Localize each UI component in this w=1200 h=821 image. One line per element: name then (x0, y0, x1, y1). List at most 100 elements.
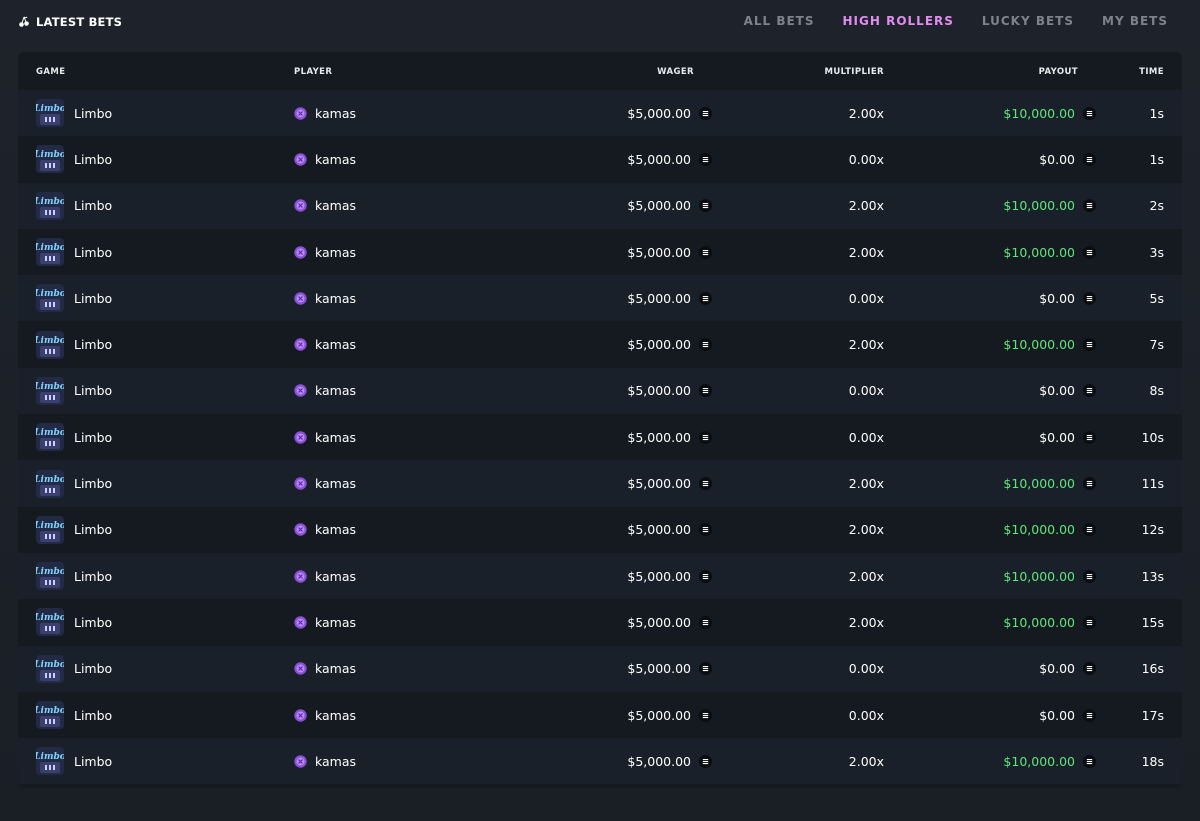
player-cell[interactable]: kamas (294, 321, 356, 367)
tab-all-bets[interactable]: ALL BETS (744, 14, 815, 28)
svg-text:Limbo: Limbo (36, 336, 64, 346)
coin-icon (1083, 662, 1096, 676)
time-ago: 17s (1141, 707, 1164, 723)
vip-badge-icon (294, 338, 307, 351)
table-row[interactable]: Limbo Limbo kamas $5,000.00 2.00x (18, 90, 1182, 137)
game-name: Limbo (74, 568, 113, 584)
coin-icon (1083, 523, 1096, 537)
tab-my-bets[interactable]: MY BETS (1102, 14, 1168, 28)
table-row[interactable]: Limbo Limbo kamas $5,000.00 2.00x (18, 599, 1182, 645)
vip-badge-icon (294, 245, 307, 259)
coin-icon (699, 152, 712, 166)
player-cell[interactable]: kamas (294, 90, 356, 136)
player-name: kamas (315, 568, 357, 584)
vip-badge-icon (294, 431, 307, 444)
player-cell[interactable]: kamas (294, 507, 356, 553)
game-cell[interactable]: Limbo Limbo (36, 692, 112, 738)
table-row[interactable]: Limbo Limbo kamas $5,000.00 0.00x (18, 275, 1182, 322)
payout-amount: $0.00 (1039, 290, 1075, 306)
player-cell[interactable]: kamas (294, 229, 356, 275)
limbo-game-icon: Limbo (36, 654, 64, 683)
table-row[interactable]: Limbo Limbo kamas $5,000.00 2.00x (18, 321, 1182, 367)
game-name: Limbo (74, 290, 113, 306)
game-cell[interactable]: Limbo Limbo (36, 90, 112, 136)
player-cell[interactable]: kamas (294, 414, 356, 460)
game-name: Limbo (74, 753, 113, 769)
vip-badge-icon (294, 523, 307, 537)
time-cell: 1s (1150, 136, 1164, 182)
game-cell[interactable]: Limbo Limbo (36, 136, 112, 182)
game-cell[interactable]: Limbo Limbo (36, 414, 112, 460)
time-ago: 2s (1149, 198, 1164, 214)
tab-lucky-bets[interactable]: LUCKY BETS (982, 14, 1074, 28)
player-cell[interactable]: kamas (294, 646, 356, 692)
table-row[interactable]: Limbo Limbo kamas $5,000.00 2.00x (18, 182, 1182, 229)
game-cell[interactable]: Limbo Limbo (36, 183, 112, 229)
multiplier-value: 0.00x (848, 661, 884, 677)
multiplier-cell: 2.00x (849, 229, 884, 275)
time-ago: 13s (1141, 568, 1164, 584)
player-cell[interactable]: kamas (294, 599, 356, 645)
vip-badge-icon (294, 106, 307, 120)
wager-amount: $5,000.00 (627, 753, 691, 769)
player-cell[interactable]: kamas (294, 368, 356, 414)
game-cell[interactable]: Limbo Limbo (36, 646, 112, 692)
coin-icon (699, 245, 712, 259)
game-cell[interactable]: Limbo Limbo (36, 321, 112, 367)
vip-badge-icon (294, 616, 307, 629)
player-cell[interactable]: kamas (294, 136, 356, 182)
table-row[interactable]: Limbo Limbo kamas $5,000.00 2.00x (18, 552, 1182, 600)
payout-cell: $10,000.00 (1003, 599, 1096, 645)
table-row[interactable]: Limbo Limbo kamas $5,000.00 0.00x (18, 367, 1182, 415)
game-cell[interactable]: Limbo Limbo (36, 553, 112, 599)
time-cell: 15s (1142, 599, 1164, 645)
coin-icon (1083, 199, 1096, 213)
player-cell[interactable]: kamas (294, 460, 356, 506)
player-cell[interactable]: kamas (294, 183, 356, 229)
table-row[interactable]: Limbo Limbo kamas $5,000.00 2.00x (18, 738, 1182, 785)
payout-cell: $0.00 (1039, 692, 1096, 738)
payout-amount: $0.00 (1039, 383, 1075, 399)
limbo-game-icon: Limbo (36, 562, 64, 591)
game-cell[interactable]: Limbo Limbo (36, 507, 112, 553)
time-cell: 12s (1142, 507, 1164, 553)
wager-cell: $5,000.00 (627, 321, 712, 367)
table-row[interactable]: Limbo Limbo kamas $5,000.00 2.00x (18, 460, 1182, 507)
table-row[interactable]: Limbo Limbo kamas $5,000.00 0.00x (18, 414, 1182, 460)
time-ago: 8s (1149, 383, 1164, 399)
coin-icon (1083, 384, 1096, 398)
svg-text:Limbo: Limbo (36, 150, 64, 160)
payout-cell: $0.00 (1039, 275, 1096, 321)
vip-badge-icon (294, 199, 307, 212)
tab-high-rollers[interactable]: HIGH ROLLERS (843, 14, 954, 28)
player-cell[interactable]: kamas (294, 738, 356, 784)
game-cell[interactable]: Limbo Limbo (36, 460, 112, 506)
table-row[interactable]: Limbo Limbo kamas $5,000.00 0.00x (18, 692, 1182, 738)
table-row[interactable]: Limbo Limbo kamas $5,000.00 0.00x (18, 136, 1182, 182)
game-cell[interactable]: Limbo Limbo (36, 368, 112, 414)
coin-icon (1083, 106, 1096, 120)
time-ago: 18s (1141, 753, 1164, 769)
player-name: kamas (315, 337, 357, 353)
game-name: Limbo (74, 522, 113, 538)
time-cell: 7s (1150, 321, 1164, 367)
wager-cell: $5,000.00 (627, 414, 712, 460)
limbo-game-icon: Limbo (36, 99, 64, 128)
player-cell[interactable]: kamas (294, 275, 356, 321)
game-cell[interactable]: Limbo Limbo (36, 275, 112, 321)
game-name: Limbo (74, 707, 113, 723)
column-header-payout: PAYOUT (1038, 67, 1078, 77)
player-cell[interactable]: kamas (294, 553, 356, 599)
time-cell: 13s (1142, 553, 1164, 599)
coin-icon (699, 662, 712, 676)
game-name: Limbo (74, 614, 113, 630)
table-row[interactable]: Limbo Limbo kamas $5,000.00 2.00x (18, 229, 1182, 275)
wager-amount: $5,000.00 (627, 522, 691, 538)
game-cell[interactable]: Limbo Limbo (36, 599, 112, 645)
player-cell[interactable]: kamas (294, 692, 356, 738)
table-row[interactable]: Limbo Limbo kamas $5,000.00 2.00x (18, 507, 1182, 553)
game-cell[interactable]: Limbo Limbo (36, 738, 112, 784)
table-row[interactable]: Limbo Limbo kamas $5,000.00 0.00x (18, 645, 1182, 692)
game-cell[interactable]: Limbo Limbo (36, 229, 112, 275)
wager-cell: $5,000.00 (627, 507, 712, 553)
